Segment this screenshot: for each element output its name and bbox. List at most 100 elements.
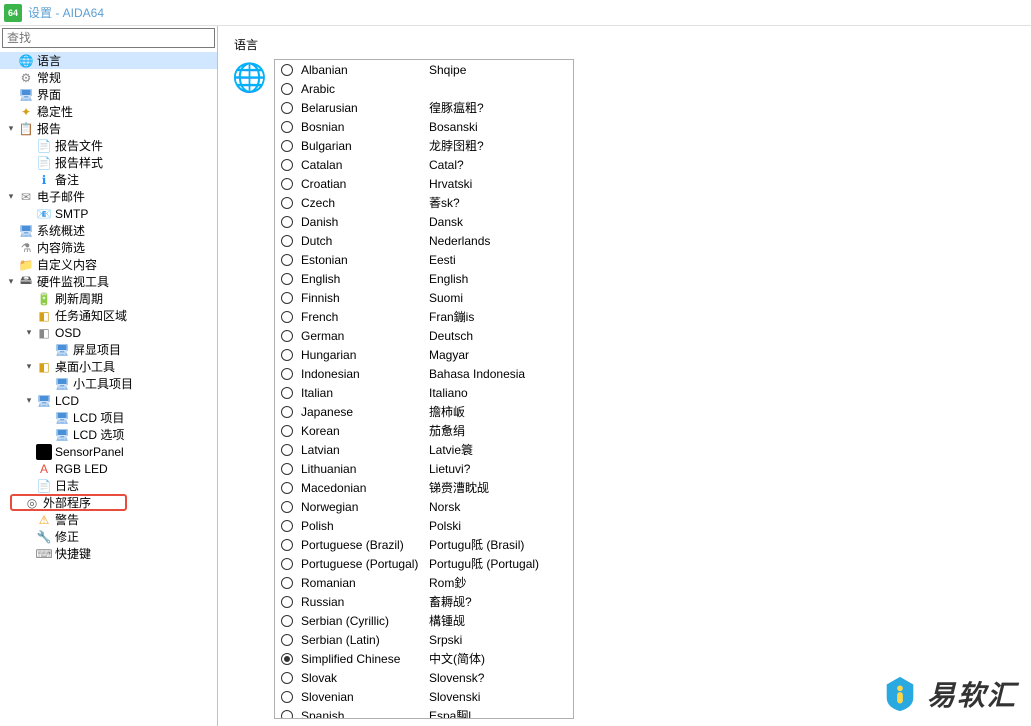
expander-icon[interactable]: ▾ bbox=[22, 326, 36, 340]
tree-item-stability[interactable]: ✦稳定性 bbox=[0, 103, 217, 120]
tree-item-remarks[interactable]: ℹ备注 bbox=[0, 171, 217, 188]
tree-item-lcd[interactable]: ▾🖥LCD bbox=[0, 392, 217, 409]
expander-icon[interactable]: ▾ bbox=[22, 394, 36, 408]
radio-icon[interactable] bbox=[281, 691, 293, 703]
tree-item-external[interactable]: ◎外部程序 bbox=[10, 494, 127, 511]
radio-icon[interactable] bbox=[281, 330, 293, 342]
language-option[interactable]: SlovenianSlovenski bbox=[275, 687, 573, 706]
radio-icon[interactable] bbox=[281, 197, 293, 209]
tree-item-hwmon[interactable]: ▾🖴硬件监视工具 bbox=[0, 273, 217, 290]
radio-icon[interactable] bbox=[281, 140, 293, 152]
radio-icon[interactable] bbox=[281, 444, 293, 456]
language-option[interactable]: SpanishEspa駉l bbox=[275, 706, 573, 719]
language-option[interactable]: IndonesianBahasa Indonesia bbox=[275, 364, 573, 383]
language-option[interactable]: PolishPolski bbox=[275, 516, 573, 535]
tree-item-general[interactable]: ⚙常规 bbox=[0, 69, 217, 86]
language-option[interactable]: FinnishSuomi bbox=[275, 288, 573, 307]
expander-icon[interactable]: ▾ bbox=[4, 190, 18, 204]
radio-icon[interactable] bbox=[281, 558, 293, 570]
language-option[interactable]: DutchNederlands bbox=[275, 231, 573, 250]
radio-icon[interactable] bbox=[281, 121, 293, 133]
radio-icon[interactable] bbox=[281, 254, 293, 266]
radio-icon[interactable] bbox=[281, 520, 293, 532]
radio-icon[interactable] bbox=[281, 159, 293, 171]
language-option[interactable]: CroatianHrvatski bbox=[275, 174, 573, 193]
tree-item-rgbled[interactable]: ARGB LED bbox=[0, 460, 217, 477]
tree-item-report-file[interactable]: 📄报告文件 bbox=[0, 137, 217, 154]
tree-item-warning[interactable]: ⚠警告 bbox=[0, 511, 217, 528]
language-option[interactable]: Bulgarian龙脖囹粗? bbox=[275, 136, 573, 155]
tree-item-gadget-item[interactable]: 🖥小工具项目 bbox=[0, 375, 217, 392]
radio-icon[interactable] bbox=[281, 577, 293, 589]
radio-icon[interactable] bbox=[281, 273, 293, 285]
language-option[interactable]: Serbian (Cyrillic)構锺觇 bbox=[275, 611, 573, 630]
language-option[interactable]: NorwegianNorsk bbox=[275, 497, 573, 516]
language-option[interactable]: Korean茄惫绢 bbox=[275, 421, 573, 440]
radio-icon[interactable] bbox=[281, 311, 293, 323]
language-option[interactable]: Simplified Chinese中文(简体) bbox=[275, 649, 573, 668]
radio-icon[interactable] bbox=[281, 653, 293, 665]
language-option[interactable]: SlovakSlovensk? bbox=[275, 668, 573, 687]
tree-item-content-filter[interactable]: ⚗内容筛选 bbox=[0, 239, 217, 256]
language-option[interactable]: Serbian (Latin)Srpski bbox=[275, 630, 573, 649]
radio-icon[interactable] bbox=[281, 672, 293, 684]
tree-item-custom[interactable]: 📁自定义内容 bbox=[0, 256, 217, 273]
language-option[interactable]: LithuanianLietuvi? bbox=[275, 459, 573, 478]
tree-item-gadget[interactable]: ▾◧桌面小工具 bbox=[0, 358, 217, 375]
language-option[interactable]: RomanianRom鈔 bbox=[275, 573, 573, 592]
language-option[interactable]: LatvianLatvie簑 bbox=[275, 440, 573, 459]
tree-item-interface[interactable]: 🖥界面 bbox=[0, 86, 217, 103]
tree-item-log[interactable]: 📄日志 bbox=[0, 477, 217, 494]
tree-item-smtp[interactable]: 📧SMTP bbox=[0, 205, 217, 222]
tree-item-refresh[interactable]: 🔋刷新周期 bbox=[0, 290, 217, 307]
radio-icon[interactable] bbox=[281, 178, 293, 190]
tree-item-osd-item[interactable]: 🖥屏显项目 bbox=[0, 341, 217, 358]
language-option[interactable]: AlbanianShqipe bbox=[275, 60, 573, 79]
radio-icon[interactable] bbox=[281, 64, 293, 76]
radio-icon[interactable] bbox=[281, 368, 293, 380]
language-option[interactable]: BosnianBosanski bbox=[275, 117, 573, 136]
language-option[interactable]: Portuguese (Brazil)Portugu阺 (Brasil) bbox=[275, 535, 573, 554]
radio-icon[interactable] bbox=[281, 216, 293, 228]
radio-icon[interactable] bbox=[281, 463, 293, 475]
tree-item-sysoverview[interactable]: 🖥系统概述 bbox=[0, 222, 217, 239]
language-option[interactable]: GermanDeutsch bbox=[275, 326, 573, 345]
tree-item-language[interactable]: 🌐语言 bbox=[0, 52, 217, 69]
radio-icon[interactable] bbox=[281, 501, 293, 513]
radio-icon[interactable] bbox=[281, 710, 293, 720]
language-option[interactable]: Japanese擔柿岅 bbox=[275, 402, 573, 421]
radio-icon[interactable] bbox=[281, 83, 293, 95]
language-option[interactable]: EstonianEesti bbox=[275, 250, 573, 269]
language-list[interactable]: AlbanianShqipeArabicBelarusian徨豚瘟粗?Bosni… bbox=[274, 59, 574, 719]
radio-icon[interactable] bbox=[281, 387, 293, 399]
radio-icon[interactable] bbox=[281, 634, 293, 646]
language-option[interactable]: CatalanCatal? bbox=[275, 155, 573, 174]
language-option[interactable]: Russian畜耨觇? bbox=[275, 592, 573, 611]
tree-item-osd[interactable]: ▾◧OSD bbox=[0, 324, 217, 341]
language-option[interactable]: Portuguese (Portugal)Portugu阺 (Portugal) bbox=[275, 554, 573, 573]
radio-icon[interactable] bbox=[281, 349, 293, 361]
tree-item-sensorpanel[interactable]: ◼SensorPanel bbox=[0, 443, 217, 460]
tree-item-report[interactable]: ▾📋报告 bbox=[0, 120, 217, 137]
tree-item-shortcut[interactable]: ⌨快捷键 bbox=[0, 545, 217, 562]
tree-item-fix[interactable]: 🔧修正 bbox=[0, 528, 217, 545]
radio-icon[interactable] bbox=[281, 235, 293, 247]
language-option[interactable]: DanishDansk bbox=[275, 212, 573, 231]
expander-icon[interactable]: ▾ bbox=[4, 122, 18, 136]
language-option[interactable]: Arabic bbox=[275, 79, 573, 98]
tree-item-lcd-opt[interactable]: 🖥LCD 选项 bbox=[0, 426, 217, 443]
tree-item-lcd-item[interactable]: 🖥LCD 项目 bbox=[0, 409, 217, 426]
radio-icon[interactable] bbox=[281, 482, 293, 494]
tree-item-tray[interactable]: ◧任务通知区域 bbox=[0, 307, 217, 324]
radio-icon[interactable] bbox=[281, 596, 293, 608]
radio-icon[interactable] bbox=[281, 615, 293, 627]
language-option[interactable]: ItalianItaliano bbox=[275, 383, 573, 402]
radio-icon[interactable] bbox=[281, 539, 293, 551]
radio-icon[interactable] bbox=[281, 425, 293, 437]
search-input[interactable] bbox=[2, 28, 215, 48]
language-option[interactable]: HungarianMagyar bbox=[275, 345, 573, 364]
language-option[interactable]: EnglishEnglish bbox=[275, 269, 573, 288]
tree-item-email[interactable]: ▾✉电子邮件 bbox=[0, 188, 217, 205]
language-option[interactable]: Macedonian锑赍漕眈觇 bbox=[275, 478, 573, 497]
language-option[interactable]: FrenchFran鏰is bbox=[275, 307, 573, 326]
